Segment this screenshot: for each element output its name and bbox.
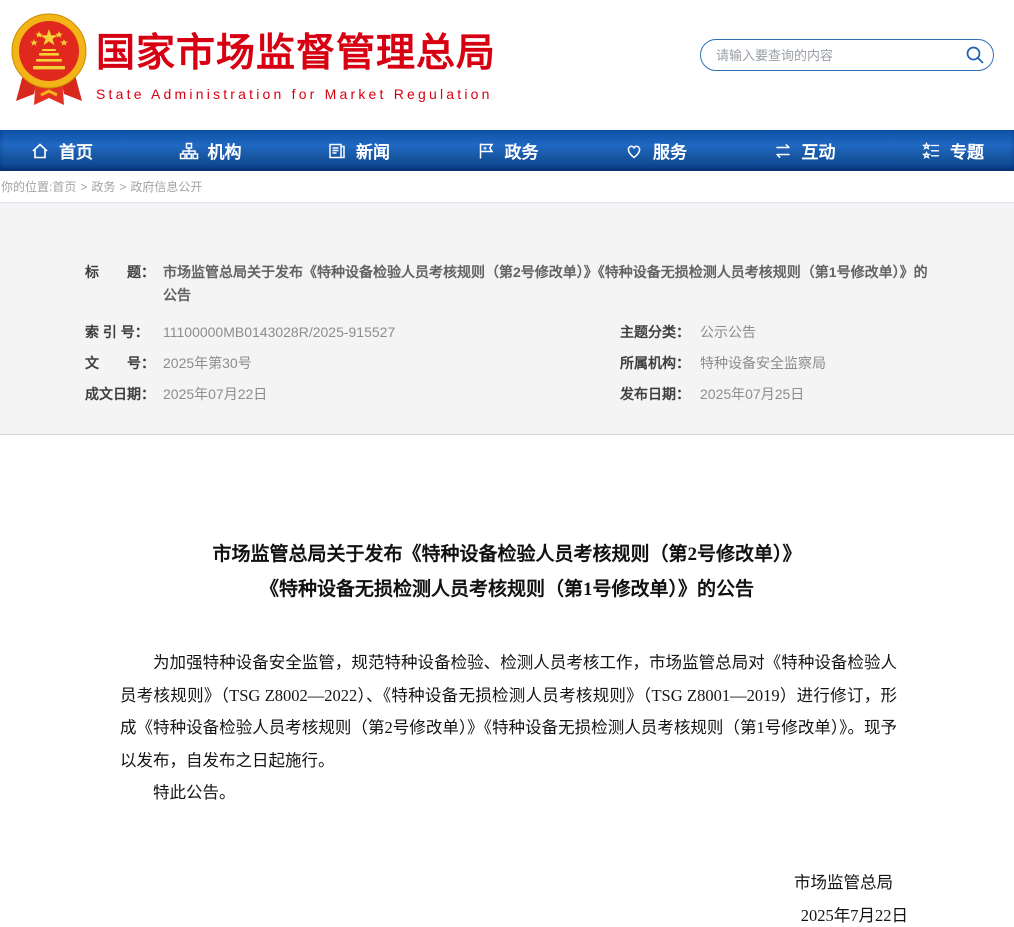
home-icon [30, 141, 50, 161]
signature-block: 市场监管总局 2025年7月22日 [0, 866, 1014, 927]
written-date-value: 2025年07月22日 [163, 386, 267, 402]
topic-category-value: 公示公告 [700, 324, 756, 340]
nav-label: 政务 [505, 138, 539, 163]
search-box [700, 39, 994, 71]
signature-date: 2025年7月22日 [0, 899, 1014, 927]
written-date-label: 成文日期： [85, 379, 163, 410]
sitemap-icon [179, 141, 199, 161]
title-value: 市场监管总局关于发布《特种设备检验人员考核规则（第2号修改单）》《特种设备无损检… [163, 261, 941, 307]
doc-number-label: 文 号： [85, 348, 163, 379]
breadcrumb-link-gov[interactable]: 政务 [91, 180, 115, 194]
main-nav: 首页 机构 新闻 [0, 130, 1014, 171]
article-paragraph: 为加强特种设备安全监管，规范特种设备检验、检测人员考核工作，市场监管总局对《特种… [120, 647, 897, 777]
nav-item-gov[interactable]: 政务 [476, 138, 539, 163]
heart-icon [624, 141, 644, 161]
newspaper-icon [327, 141, 347, 161]
article-title-line1: 市场监管总局关于发布《特种设备检验人员考核规则（第2号修改单）》 [0, 537, 1014, 572]
doc-info-row: 索 引 号：11100000MB0143028R/2025-915527 主题分… [85, 317, 1014, 348]
signature-name: 市场监管总局 [0, 866, 1014, 899]
doc-info-panel: 标 题： 市场监管总局关于发布《特种设备检验人员考核规则（第2号修改单）》《特种… [0, 203, 1014, 435]
article-title-line2: 《特种设备无损检测人员考核规则（第1号修改单）》的公告 [0, 572, 1014, 607]
site-title: 国家市场监督管理总局 [96, 22, 496, 78]
site-header: 国家市场监督管理总局 State Administration for Mark… [0, 0, 1014, 130]
issuing-agency-label: 所属机构： [620, 348, 700, 379]
nav-item-topics[interactable]: 专题 [921, 138, 984, 163]
doc-info-row: 文 号：2025年第30号 所属机构：特种设备安全监察局 [85, 348, 1014, 379]
document-body: 市场监管总局关于发布《特种设备检验人员考核规则（第2号修改单）》 《特种设备无损… [0, 435, 1014, 927]
nav-item-orgs[interactable]: 机构 [179, 138, 242, 163]
topic-category-label: 主题分类： [620, 317, 700, 348]
nav-label: 新闻 [356, 138, 390, 163]
issuing-agency-value: 特种设备安全监察局 [700, 355, 826, 371]
title-label: 标 题： [85, 261, 163, 307]
nav-label: 专题 [950, 138, 984, 163]
nav-label: 首页 [59, 138, 93, 163]
flag-icon [476, 141, 496, 161]
breadcrumb-current: 政府信息公开 [130, 180, 202, 194]
star-list-icon [921, 141, 941, 161]
breadcrumb-separator: > [80, 180, 87, 194]
breadcrumb-prefix: 你的位置: [1, 180, 52, 194]
breadcrumb-separator: > [119, 180, 126, 194]
nav-item-home[interactable]: 首页 [30, 138, 93, 163]
doc-number-value: 2025年第30号 [163, 355, 252, 371]
nav-label: 机构 [208, 138, 242, 163]
index-number-value: 11100000MB0143028R/2025-915527 [163, 324, 395, 340]
search-icon[interactable] [957, 40, 993, 70]
breadcrumb: 你的位置:首页 > 政务 > 政府信息公开 [0, 171, 1014, 203]
nav-item-interact[interactable]: 互动 [773, 138, 836, 163]
nav-label: 服务 [653, 138, 687, 163]
nav-item-services[interactable]: 服务 [624, 138, 687, 163]
nav-item-news[interactable]: 新闻 [327, 138, 390, 163]
search-input[interactable] [701, 48, 957, 63]
nav-label: 互动 [802, 138, 836, 163]
exchange-arrows-icon [773, 141, 793, 161]
page: 国家市场监督管理总局 State Administration for Mark… [0, 0, 1014, 927]
publish-date-value: 2025年07月25日 [700, 386, 804, 402]
publish-date-label: 发布日期： [620, 379, 700, 410]
breadcrumb-link-home[interactable]: 首页 [52, 180, 76, 194]
national-emblem-logo [8, 9, 90, 113]
doc-info-row: 成文日期：2025年07月22日 发布日期：2025年07月25日 [85, 379, 1014, 410]
site-subtitle: State Administration for Market Regulati… [96, 86, 496, 102]
article-paragraph: 特此公告。 [120, 777, 897, 810]
index-number-label: 索 引 号： [85, 317, 163, 348]
doc-info-title-row: 标 题： 市场监管总局关于发布《特种设备检验人员考核规则（第2号修改单）》《特种… [85, 261, 1014, 307]
